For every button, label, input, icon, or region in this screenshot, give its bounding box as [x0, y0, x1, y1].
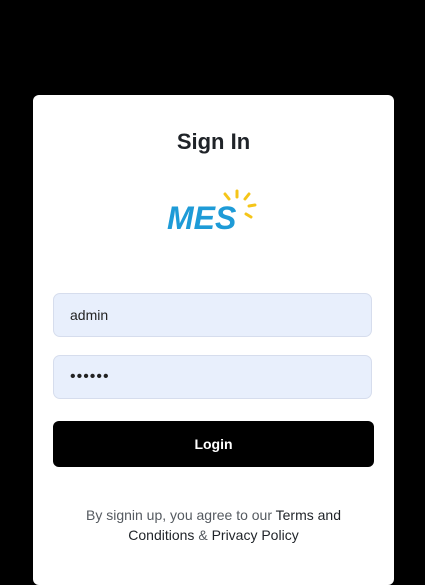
page-title: Sign In: [176, 129, 251, 154]
username-field[interactable]: admin: [53, 293, 372, 337]
signin-card: Sign In MES admin •••••• Login By signin…: [33, 95, 394, 585]
logo-text: MES: [167, 200, 237, 236]
mes-logo: MES: [167, 189, 257, 236]
terms-text: By signin up, you agree to our Terms and…: [53, 505, 374, 545]
privacy-link[interactable]: Privacy Policy: [212, 527, 299, 543]
terms-prefix: By signin up, you agree to our: [85, 507, 272, 523]
login-button[interactable]: Login: [53, 421, 374, 467]
password-field[interactable]: ••••••: [53, 355, 372, 399]
terms-amp: &: [198, 527, 208, 543]
